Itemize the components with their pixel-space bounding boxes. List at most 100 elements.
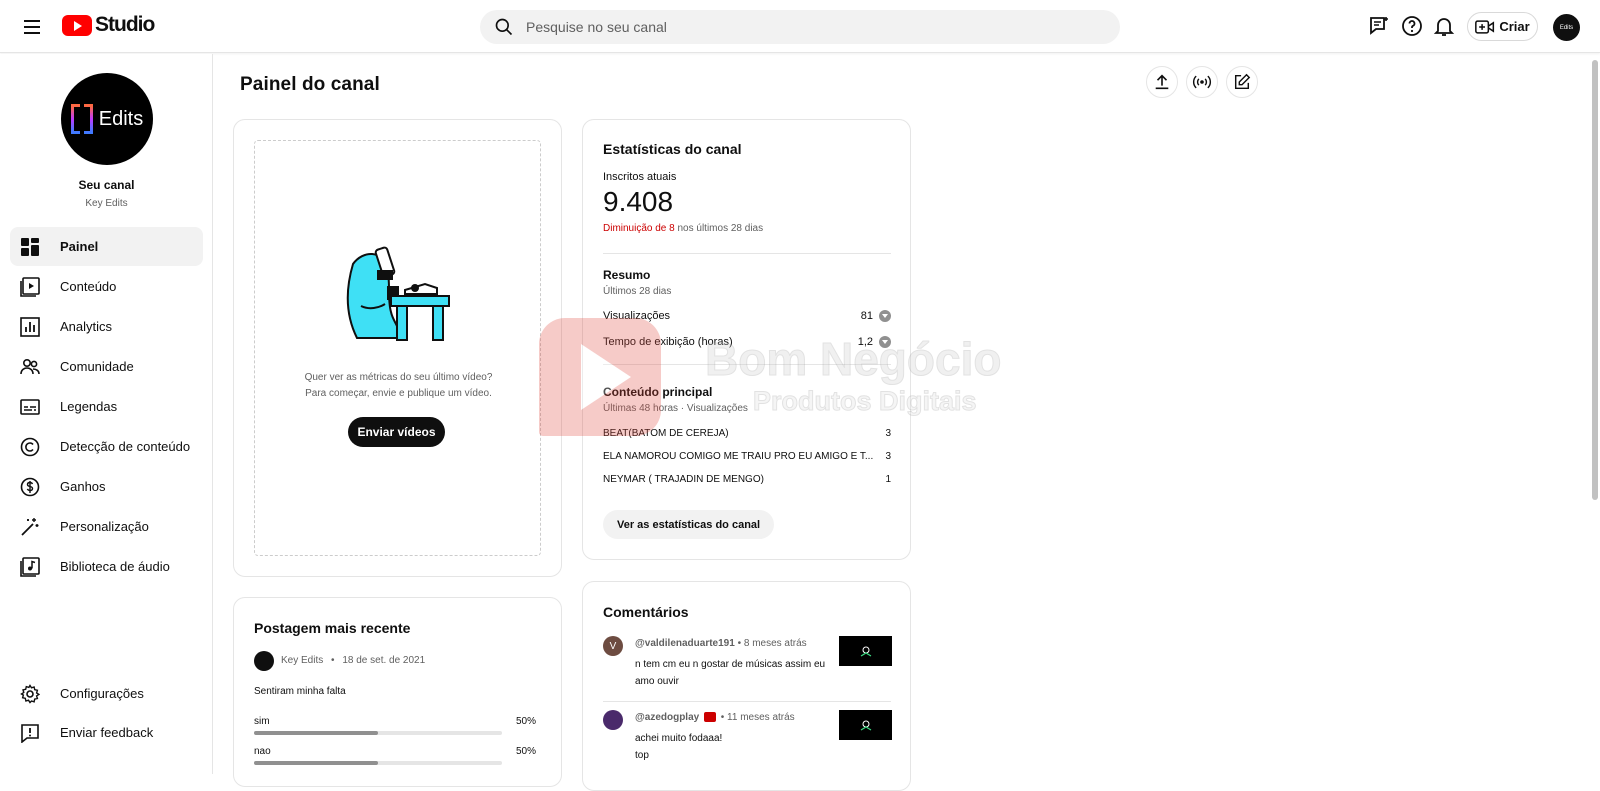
top-bar: Studio Criar Edits (0, 0, 1600, 53)
top-content-value: 3 (885, 428, 891, 439)
sidebar-item-ganhos[interactable]: Ganhos (10, 467, 203, 506)
recent-post-card: Postagem mais recente Key Edits • 18 de … (233, 597, 562, 787)
subscribers-label: Inscritos atuais (603, 171, 677, 183)
stat-row-watch-time: Tempo de exibição (horas) 1,2 (603, 336, 891, 349)
poll-bar (254, 761, 502, 765)
scrollbar[interactable] (1592, 60, 1598, 500)
comment-item[interactable]: V @valdilenaduarte191 • 8 meses atrás n … (603, 636, 892, 696)
comment-header: @valdilenaduarte191 • 8 meses atrás (635, 638, 807, 649)
video-thumbnail[interactable] (839, 710, 892, 740)
empty-state-line2: Para começar, envie e publique um vídeo. (305, 388, 492, 399)
empty-state-line1: Quer ver as métricas do seu último vídeo… (304, 372, 493, 383)
view-channel-analytics-button[interactable]: Ver as estatísticas do canal (603, 510, 775, 539)
gear-icon (20, 683, 40, 704)
upload-button[interactable] (1146, 66, 1178, 98)
post-author-avatar (254, 651, 274, 671)
sidebar-item-deteccao[interactable]: Detecção de conteúdo (10, 427, 203, 466)
youtube-studio-logo[interactable]: Studio (62, 13, 155, 37)
latest-video-card: Quer ver as métricas do seu último vídeo… (233, 119, 562, 577)
search-bar[interactable] (480, 10, 1120, 44)
sidebar-item-personalizacao[interactable]: Personalização (10, 507, 203, 546)
youtube-logo-icon (62, 14, 92, 36)
top-content-title: Conteúdo principal (603, 385, 713, 399)
dollar-icon (20, 477, 40, 497)
top-content-row[interactable]: ELA NAMOROU COMIGO ME TRAIU PRO EU AMIGO… (603, 451, 891, 462)
create-post-button[interactable] (1226, 66, 1258, 98)
subscribers-decrease: Diminuição de 8 (603, 223, 675, 234)
sidebar: Edits Seu canal Key Edits Painel Conteúd… (0, 54, 213, 774)
sidebar-item-painel[interactable]: Painel (10, 227, 203, 266)
help-icon[interactable] (1400, 14, 1424, 38)
sidebar-item-comunidade[interactable]: Comunidade (10, 347, 203, 386)
top-content-period: Últimas 48 horas · Visualizações (603, 403, 748, 414)
poll-option-label: sim (254, 716, 270, 727)
page-title: Painel do canal (240, 74, 380, 95)
top-content-label: BEAT(BATOM DE CEREJA) (603, 428, 729, 439)
sidebar-item-label: Detecção de conteúdo (60, 439, 191, 454)
create-button[interactable]: Criar (1467, 12, 1538, 41)
channel-stats-card: Estatísticas do canal Inscritos atuais 9… (582, 119, 911, 560)
arrow-down-icon (879, 310, 891, 323)
go-live-button[interactable] (1186, 66, 1218, 98)
sidebar-item-biblioteca-audio[interactable]: Biblioteca de áudio (10, 547, 203, 586)
video-thumbnail[interactable] (839, 636, 892, 666)
stat-value: 1,2 (857, 336, 873, 348)
create-label: Criar (1499, 19, 1530, 34)
sidebar-item-enviar-feedback[interactable]: Enviar feedback (10, 713, 203, 752)
comment-text: n tem cm eu n gostar de músicas assim eu… (635, 659, 826, 687)
upload-videos-button[interactable]: Enviar vídeos (348, 417, 445, 447)
top-content-label: NEYMAR ( TRAJADIN DE MENGO) (603, 474, 764, 485)
channel-name: Key Edits (85, 198, 128, 209)
summary-period: Últimos 28 dias (603, 286, 672, 297)
sidebar-item-label: Analytics (60, 319, 113, 334)
sidebar-item-label: Painel (60, 239, 99, 254)
comment-time: • 8 meses atrás (737, 638, 807, 649)
comment-item[interactable]: @azedogplay • 11 meses atrás achei muito… (603, 710, 892, 770)
member-badge-icon (704, 712, 716, 723)
stat-label: Tempo de exibição (horas) (603, 336, 733, 348)
comment-time: • 11 meses atrás (720, 712, 795, 723)
account-avatar[interactable]: Edits (1553, 14, 1580, 41)
thumbnail-logo-icon (860, 646, 871, 657)
comments-title: Comentários (603, 604, 689, 620)
copyright-icon (20, 437, 40, 457)
comment-text: achei muito fodaaa! top (635, 733, 723, 761)
poll-option-percent: 50% (515, 746, 536, 757)
empty-state-text: Quer ver as métricas do seu último vídeo… (255, 370, 542, 402)
menu-icon[interactable] (20, 15, 44, 39)
subtitles-icon (20, 397, 40, 417)
live-icon (1192, 73, 1212, 91)
community-icon (20, 357, 40, 377)
channel-avatar[interactable]: Edits (61, 73, 153, 165)
poll-option: sim 50% (254, 716, 536, 735)
stats-title: Estatísticas do canal (603, 141, 742, 157)
sidebar-item-label: Ganhos (60, 479, 106, 494)
divider (603, 364, 891, 365)
sidebar-item-legendas[interactable]: Legendas (10, 387, 203, 426)
sidebar-item-analytics[interactable]: Analytics (10, 307, 203, 346)
magic-wand-icon (20, 517, 40, 537)
stat-value: 81 (860, 310, 873, 322)
top-content-row[interactable]: NEYMAR ( TRAJADIN DE MENGO) 1 (603, 474, 891, 485)
top-content-row[interactable]: BEAT(BATOM DE CEREJA) 3 (603, 428, 891, 439)
search-icon[interactable] (494, 17, 514, 37)
upload-icon (1153, 73, 1171, 91)
comment-user[interactable]: @valdilenaduarte191 (635, 638, 735, 649)
content-icon (20, 276, 40, 297)
poll-option-percent: 50% (515, 716, 536, 727)
top-content-value: 1 (885, 474, 891, 485)
microscope-illustration (341, 246, 455, 350)
sidebar-item-configuracoes[interactable]: Configurações (10, 674, 203, 713)
notifications-icon[interactable] (1432, 14, 1456, 38)
search-input[interactable] (526, 19, 1086, 35)
commenter-avatar: V (603, 636, 623, 656)
commenter-avatar (603, 710, 623, 730)
arrow-down-icon (879, 336, 891, 349)
sidebar-item-label: Legendas (60, 399, 118, 414)
channel-avatar-text: Edits (98, 107, 144, 130)
comment-header: @azedogplay • 11 meses atrás (635, 712, 795, 723)
comment-user[interactable]: @azedogplay (635, 712, 699, 723)
feedback-chat-icon[interactable] (1367, 14, 1391, 38)
sidebar-item-label: Conteúdo (60, 279, 117, 294)
sidebar-item-conteudo[interactable]: Conteúdo (10, 267, 203, 306)
